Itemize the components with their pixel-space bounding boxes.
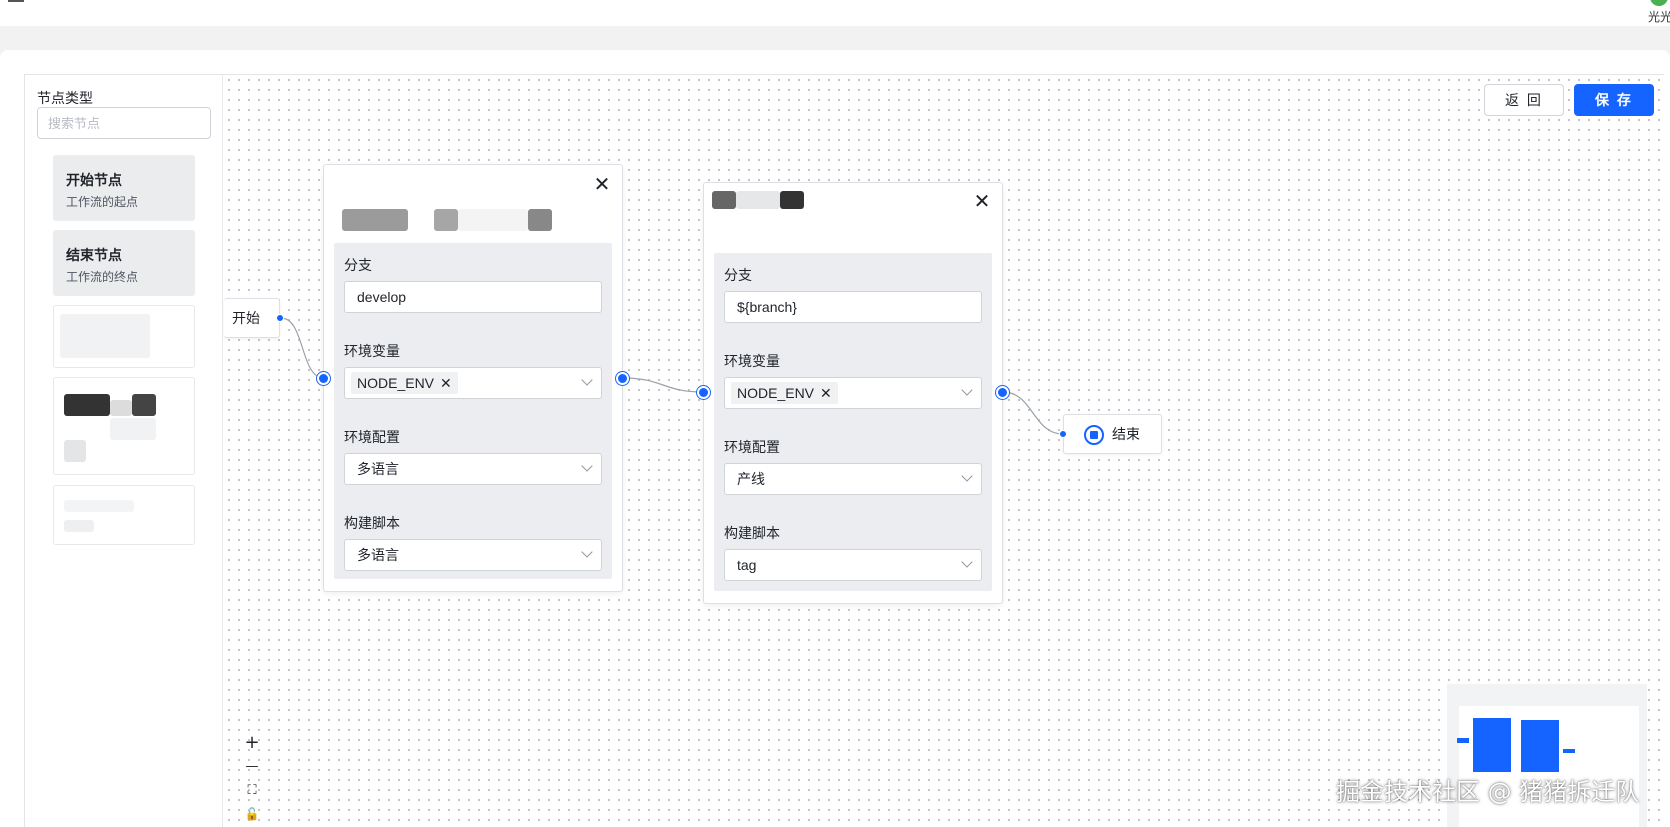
start-node-output-port[interactable] <box>276 314 284 322</box>
build-script-label: 构建脚本 <box>724 525 780 541</box>
close-icon[interactable]: ✕ <box>972 191 992 211</box>
save-button[interactable]: 保 存 <box>1574 84 1654 116</box>
redacted-title <box>528 209 552 231</box>
minimap-node-1 <box>1473 718 1511 772</box>
zoom-out-icon[interactable]: — <box>240 754 264 778</box>
node-type-description: 工作流的起点 <box>66 195 139 209</box>
zoom-controls: + — ⛶ 🔓 <box>240 730 264 826</box>
back-button[interactable]: 返 回 <box>1484 84 1564 116</box>
build-script-value: tag <box>737 557 757 573</box>
redacted-title <box>434 209 458 231</box>
end-node[interactable]: 结束 <box>1063 414 1162 454</box>
env-var-select[interactable]: NODE_ENV ✕ <box>344 367 602 399</box>
build-script-select[interactable]: 多语言 <box>344 539 602 571</box>
start-node-label: 开始 <box>232 310 260 326</box>
end-node-input-port[interactable] <box>1059 430 1067 438</box>
tag-close-icon[interactable]: ✕ <box>440 375 452 392</box>
fit-view-icon[interactable]: ⛶ <box>240 778 264 802</box>
chevron-down-icon <box>961 556 973 568</box>
build-script-value: 多语言 <box>357 547 399 563</box>
minimap-end-node <box>1563 749 1575 753</box>
chevron-down-icon <box>961 384 973 396</box>
env-var-label: 环境变量 <box>724 353 780 369</box>
redacted-title <box>342 209 408 231</box>
redacted-block <box>64 394 110 416</box>
redacted-title <box>736 191 780 209</box>
tag-close-icon[interactable]: ✕ <box>820 385 832 402</box>
chevron-down-icon <box>581 460 593 472</box>
chevron-down-icon <box>581 374 593 386</box>
node-type-end[interactable]: 结束节点 工作流的终点 <box>53 230 195 296</box>
redacted-block <box>64 500 134 512</box>
end-node-label: 结束 <box>1112 426 1140 442</box>
start-node[interactable]: 开始 <box>224 298 280 338</box>
env-config-select[interactable]: 多语言 <box>344 453 602 485</box>
node-type-description: 工作流的终点 <box>66 270 139 284</box>
redacted-title <box>780 191 804 209</box>
sidebar-title: 节点类型 <box>37 90 93 106</box>
minimap-node-2 <box>1521 720 1559 772</box>
chevron-down-icon <box>581 546 593 558</box>
build-script-label: 构建脚本 <box>344 515 400 531</box>
menu-icon[interactable] <box>8 0 24 2</box>
user-avatar[interactable] <box>1650 0 1668 6</box>
build-script-select[interactable]: tag <box>724 549 982 581</box>
build-node-form: 分支 develop 环境变量 NODE_ENV ✕ 环境配置 多语言 构建脚本… <box>334 243 612 579</box>
top-bar: 光光 <box>0 0 1670 26</box>
node-type-start[interactable]: 开始节点 工作流的起点 <box>53 155 195 221</box>
branch-label: 分支 <box>724 267 752 283</box>
node-type-title: 开始节点 <box>66 172 122 188</box>
branch-value: develop <box>357 289 407 305</box>
env-config-select[interactable]: 产线 <box>724 463 982 495</box>
branch-input[interactable]: ${branch} <box>724 291 982 323</box>
redacted-block <box>60 314 150 358</box>
redacted-title <box>712 191 736 209</box>
node-type-title: 结束节点 <box>66 247 122 263</box>
redacted-title <box>458 209 528 231</box>
env-var-tag: NODE_ENV ✕ <box>731 382 838 404</box>
env-config-value: 多语言 <box>357 461 399 477</box>
branch-label: 分支 <box>344 257 372 273</box>
redacted-block <box>132 394 156 416</box>
chevron-down-icon <box>961 470 973 482</box>
node-type-redacted-3[interactable] <box>53 485 195 545</box>
build-node-2[interactable]: ✕ 分支 ${branch} 环境变量 NODE_ENV ✕ 环境配置 产线 构… <box>703 182 1003 604</box>
branch-input[interactable]: develop <box>344 281 602 313</box>
node-search-input[interactable] <box>37 107 211 139</box>
env-var-tag-label: NODE_ENV <box>357 375 435 391</box>
redacted-block <box>110 418 156 440</box>
node2-output-port[interactable] <box>996 386 1009 399</box>
env-var-tag: NODE_ENV ✕ <box>351 372 458 394</box>
redacted-block <box>64 520 94 532</box>
env-var-select[interactable]: NODE_ENV ✕ <box>724 377 982 409</box>
redacted-block <box>110 400 132 416</box>
env-var-label: 环境变量 <box>344 343 400 359</box>
watermark: 掘金技术社区 @ 猪猪拆迁队 <box>1336 778 1640 806</box>
user-name[interactable]: 光光 <box>1648 8 1670 25</box>
close-icon[interactable]: ✕ <box>592 174 612 194</box>
env-config-label: 环境配置 <box>724 439 780 455</box>
minimap-start-node <box>1457 738 1469 743</box>
env-config-value: 产线 <box>737 471 765 487</box>
build-node-form: 分支 ${branch} 环境变量 NODE_ENV ✕ 环境配置 产线 构建脚… <box>714 253 992 591</box>
env-config-label: 环境配置 <box>344 429 400 445</box>
redacted-block <box>64 440 86 462</box>
lock-icon[interactable]: 🔓 <box>240 802 264 826</box>
minimap-viewport[interactable] <box>1457 706 1639 827</box>
node-type-redacted-2[interactable] <box>53 377 195 475</box>
node1-input-port[interactable] <box>317 372 330 385</box>
branch-value: ${branch} <box>737 299 797 315</box>
stop-circle-icon <box>1084 425 1104 445</box>
node-type-redacted-1[interactable] <box>53 305 195 368</box>
node1-output-port[interactable] <box>616 372 629 385</box>
zoom-in-icon[interactable]: + <box>240 730 264 754</box>
node2-input-port[interactable] <box>697 386 710 399</box>
env-var-tag-label: NODE_ENV <box>737 385 815 401</box>
build-node-1[interactable]: ✕ 分支 develop 环境变量 NODE_ENV ✕ 环境配置 多语言 构建… <box>323 164 623 592</box>
